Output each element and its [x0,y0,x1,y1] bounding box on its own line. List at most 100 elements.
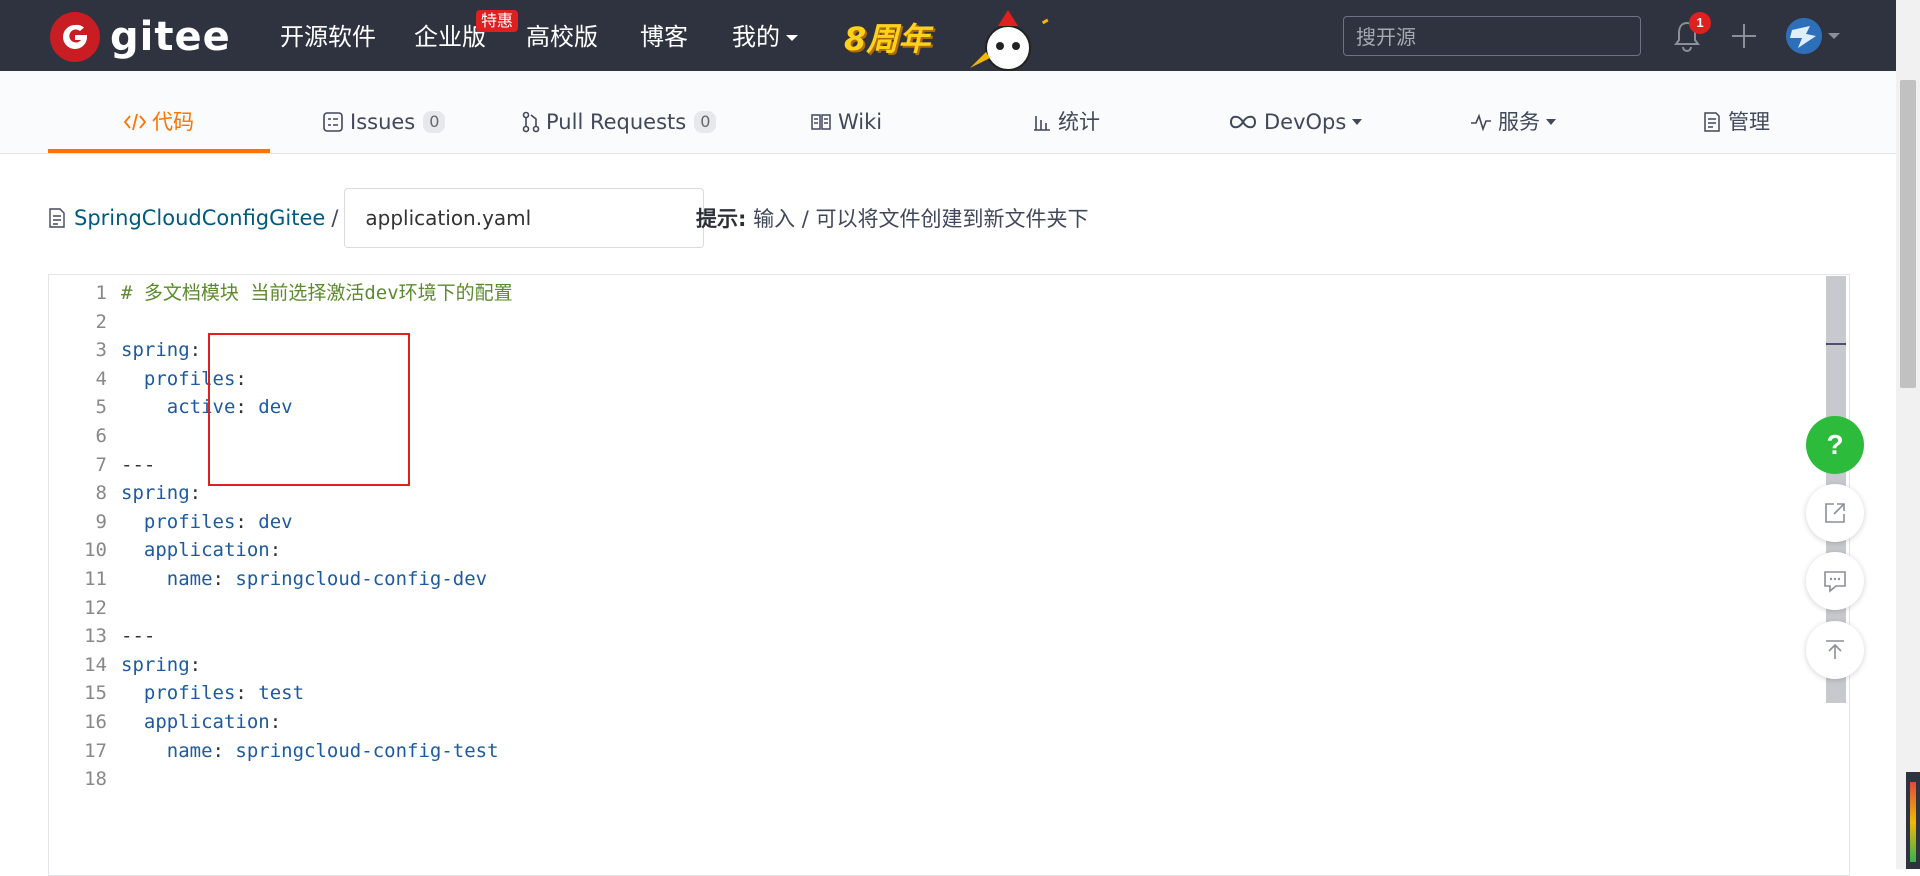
line-number: 14 [84,653,107,676]
help-button[interactable]: ? [1806,416,1864,474]
yaml-value: springcloud-config-test [235,739,499,762]
code-line: 1 # 多文档模块 当前选择激活dev环境下的配置 [49,279,1819,307]
code-line: 18 [49,765,1819,793]
yaml-key: spring [121,653,190,676]
nav-blog[interactable]: 博客 [640,22,688,52]
chevron-down-icon [786,35,798,41]
chevron-down-icon [1352,119,1363,125]
path-separator: / [331,206,339,230]
code-line: 15 profiles: test [49,679,1819,707]
tab-devops[interactable]: DevOps [1228,107,1363,137]
tab-issues[interactable]: Issues 0 [322,107,446,137]
tab-code[interactable]: 代码 [124,107,194,137]
avatar [1786,18,1822,54]
line-code: active: dev [121,393,293,421]
yaml-separator: : [189,482,202,505]
yaml-key: application [143,539,270,562]
filename-input[interactable] [344,188,705,248]
yaml-separator: : [235,510,259,533]
yaml-key: name [166,739,213,762]
yaml-separator: : [269,711,282,733]
tab-manage[interactable]: 管理 [1702,107,1770,137]
code-editor[interactable]: 1 # 多文档模块 当前选择激活dev环境下的配置 2 3 spring: 4 profi… [48,274,1850,876]
code-line: 11 name: springcloud-config-dev [49,565,1819,593]
plus-icon[interactable] [1728,20,1760,52]
code-line: 3 spring: [49,336,1819,364]
anniversary-banner[interactable]: 8周年 [844,14,930,60]
line-code: profiles: test [121,679,304,707]
user-menu[interactable] [1786,18,1840,54]
hint-text: 输入 / 可以将文件创建到新文件夹下 [753,207,1089,231]
file-list-icon [48,207,66,229]
pull-request-icon [522,111,540,133]
line-number: 3 [95,339,107,362]
nav-mine-label: 我的 [732,23,780,51]
line-code: name: springcloud-config-test [121,737,499,765]
line-code: profiles: [121,365,247,393]
code-line: 8 spring: [49,479,1819,507]
infinity-icon [1228,112,1258,132]
line-number: 4 [95,367,107,390]
share-button[interactable] [1806,484,1864,542]
line-code: # 多文档模块 当前选择激活dev环境下的配置 [121,279,513,307]
nav-mine[interactable]: 我的 [732,22,798,52]
line-code: spring: [121,651,201,679]
line-number: 9 [95,510,107,533]
line-number: 7 [95,453,107,476]
code-line: 6 [49,422,1819,450]
share-icon [1825,503,1845,523]
corner-widget-meter [1910,782,1916,862]
code-line: 16 application: [49,708,1819,736]
bar-chart-icon [1032,112,1052,132]
line-number: 16 [84,711,107,733]
yaml-key: spring [121,339,190,362]
yaml-key: application [143,711,270,733]
code-line: 7 --- [49,451,1819,479]
tab-issues-label: Issues [350,110,416,134]
tab-wiki-label: Wiki [838,110,883,134]
code-icon [124,112,146,132]
nav-open-source[interactable]: 开源软件 [280,22,376,52]
repo-link[interactable]: SpringCloudConfigGitee [74,206,325,230]
yaml-key: name [166,568,213,590]
hint-label: 提示: [696,207,747,231]
path-hint: 提示: 输入 / 可以将文件创建到新文件夹下 [696,203,1089,233]
chat-icon [1824,571,1846,593]
code-line: 14 spring: [49,651,1819,679]
tab-services[interactable]: 服务 [1470,107,1556,137]
line-number: 1 [95,282,107,304]
tab-wiki[interactable]: Wiki [810,107,882,137]
tab-stats[interactable]: 统计 [1032,107,1100,137]
gitee-logo[interactable]: gitee [50,12,231,62]
chevron-down-icon [1828,33,1840,39]
line-number: 5 [95,396,107,419]
page-scroll-thumb[interactable] [1900,80,1916,388]
code-line: 9 profiles: dev [49,508,1819,536]
line-number: 6 [95,425,107,447]
yaml-key: profiles [143,682,236,705]
file-path-bar: SpringCloudConfigGitee / [48,188,705,248]
active-tab-indicator [48,149,270,153]
document-settings-icon [1702,111,1722,133]
tab-pull-requests[interactable]: Pull Requests 0 [522,107,717,137]
tab-stats-label: 统计 [1058,110,1100,134]
yaml-separator: : [235,396,259,419]
issues-icon [322,111,344,133]
line-number: 11 [84,568,107,590]
back-to-top-button[interactable] [1806,621,1864,679]
tab-services-label: 服务 [1498,110,1540,134]
search-input[interactable]: 搜开源 [1343,16,1641,56]
nav-university[interactable]: 高校版 [526,22,598,52]
pull-requests-count: 0 [694,111,717,133]
feedback-button[interactable] [1806,552,1864,610]
line-code: spring: [121,336,201,364]
editor-scroll-marker [1826,343,1846,345]
book-icon [810,112,832,132]
line-number: 18 [84,768,107,791]
code-line: 2 [49,308,1819,336]
